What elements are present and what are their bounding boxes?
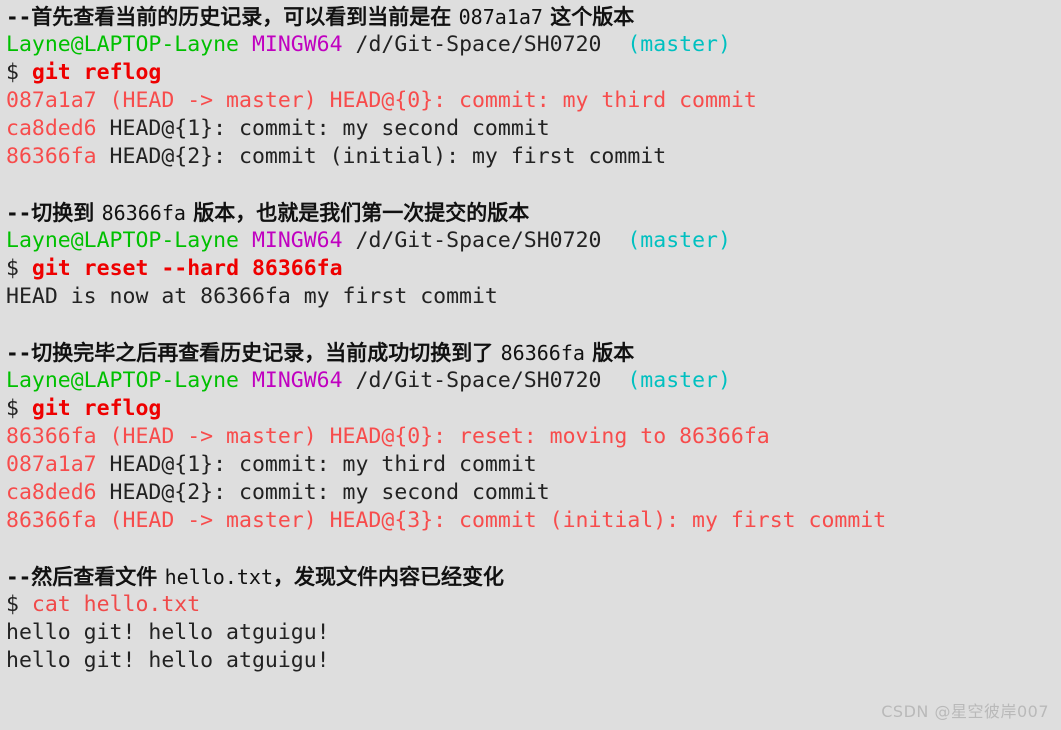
output-commit-hash: ca8ded6 <box>6 480 97 505</box>
prompt-space-2 <box>343 228 356 253</box>
terminal-command-line: $ git reset --hard 86366fa <box>6 255 1061 283</box>
output-commit-hash: ca8ded6 <box>6 116 97 141</box>
prompt-space-3 <box>601 368 627 393</box>
output-text: hello git! hello atguigu! <box>6 648 330 673</box>
terminal-output-line: 86366fa (HEAD -> master) HEAD@{0}: reset… <box>6 423 1061 451</box>
terminal-output-line: 86366fa HEAD@{2}: commit (initial): my f… <box>6 143 1061 171</box>
csdn-watermark: CSDN @星空彼岸007 <box>881 702 1049 721</box>
prompt-space-2 <box>343 368 356 393</box>
terminal-prompt-line: Layne@LAPTOP-Layne MINGW64 /d/Git-Space/… <box>6 227 1061 255</box>
command-text: git reset --hard 86366fa <box>31 256 343 281</box>
terminal-output-line: 86366fa (HEAD -> master) HEAD@{3}: commi… <box>6 507 1061 535</box>
terminal-command-line: $ git reflog <box>6 59 1061 87</box>
comment-inline-code: 86366fa <box>101 201 186 225</box>
prompt-shell-label: MINGW64 <box>251 32 343 57</box>
prompt-user-host: Layne@LAPTOP-Layne <box>6 32 239 57</box>
command-space <box>19 592 32 617</box>
comment-dashes: -- <box>6 565 32 589</box>
command-space <box>19 60 32 85</box>
comment-text-leading: 切换到 <box>31 200 102 225</box>
comment-dashes: -- <box>6 201 32 225</box>
command-text: git reflog <box>31 60 162 85</box>
terminal-prompt-line: Layne@LAPTOP-Layne MINGW64 /d/Git-Space/… <box>6 367 1061 395</box>
prompt-shell-label: MINGW64 <box>251 228 343 253</box>
prompt-user-host: Layne@LAPTOP-Layne <box>6 368 239 393</box>
terminal-comment-line: --切换完毕之后再查看历史记录，当前成功切换到了 86366fa 版本 <box>6 339 1061 367</box>
comment-text-leading: 切换完毕之后再查看历史记录，当前成功切换到了 <box>31 340 501 365</box>
comment-inline-code: 86366fa <box>500 341 585 365</box>
command-sigil: $ <box>6 396 19 421</box>
comment-dashes: -- <box>6 341 32 365</box>
terminal-command-line: $ git reflog <box>6 395 1061 423</box>
prompt-space-1 <box>239 368 252 393</box>
prompt-space-2 <box>343 32 356 57</box>
terminal-comment-line: --然后查看文件 hello.txt，发现文件内容已经变化 <box>6 563 1061 591</box>
prompt-shell-label: MINGW64 <box>251 368 343 393</box>
prompt-space-3 <box>601 228 627 253</box>
command-text: git reflog <box>31 396 162 421</box>
command-sigil: $ <box>6 592 19 617</box>
output-text: HEAD@{2}: commit (initial): my first com… <box>96 144 667 169</box>
output-text: hello git! hello atguigu! <box>6 620 330 645</box>
prompt-user-host: Layne@LAPTOP-Layne <box>6 228 239 253</box>
comment-dashes: -- <box>6 5 32 29</box>
command-text: cat hello.txt <box>31 592 201 617</box>
comment-text-leading: 首先查看当前的历史记录，可以看到当前是在 <box>31 4 459 29</box>
comment-text-trailing: 这个版本 <box>542 4 635 29</box>
output-commit-hash: 86366fa <box>6 144 97 169</box>
terminal-command-line: $ cat hello.txt <box>6 591 1061 619</box>
terminal-output-pane[interactable]: --首先查看当前的历史记录，可以看到当前是在 087a1a7 这个版本 Layne… <box>0 0 1061 730</box>
command-sigil: $ <box>6 256 19 281</box>
prompt-git-branch: (master) <box>627 228 731 253</box>
output-text: HEAD@{1}: commit: my third commit <box>96 452 537 477</box>
terminal-comment-line: --首先查看当前的历史记录，可以看到当前是在 087a1a7 这个版本 <box>6 3 1061 31</box>
terminal-output-line: hello git! hello atguigu! <box>6 647 1061 675</box>
terminal-comment-line: --切换到 86366fa 版本，也就是我们第一次提交的版本 <box>6 199 1061 227</box>
prompt-working-directory: /d/Git-Space/SH0720 <box>355 32 602 57</box>
comment-inline-code: hello.txt <box>164 565 273 589</box>
command-space <box>19 396 32 421</box>
terminal-output-line: hello git! hello atguigu! <box>6 619 1061 647</box>
output-text: HEAD@{1}: commit: my second commit <box>96 116 550 141</box>
output-text: 087a1a7 (HEAD -> master) HEAD@{0}: commi… <box>6 88 757 113</box>
prompt-space-3 <box>601 32 627 57</box>
prompt-space-1 <box>239 32 252 57</box>
terminal-prompt-line: Layne@LAPTOP-Layne MINGW64 /d/Git-Space/… <box>6 31 1061 59</box>
output-text: HEAD@{2}: commit: my second commit <box>96 480 550 505</box>
comment-text-trailing: 版本 <box>584 340 635 365</box>
prompt-space-1 <box>239 228 252 253</box>
prompt-git-branch: (master) <box>627 368 731 393</box>
prompt-working-directory: /d/Git-Space/SH0720 <box>355 228 602 253</box>
terminal-output-line: 087a1a7 HEAD@{1}: commit: my third commi… <box>6 451 1061 479</box>
terminal-output-line: ca8ded6 HEAD@{2}: commit: my second comm… <box>6 479 1061 507</box>
output-text: HEAD is now at 86366fa my first commit <box>6 284 498 309</box>
comment-inline-code: 087a1a7 <box>458 5 543 29</box>
terminal-output-line: 087a1a7 (HEAD -> master) HEAD@{0}: commi… <box>6 87 1061 115</box>
prompt-git-branch: (master) <box>627 32 731 57</box>
comment-text-leading: 然后查看文件 <box>31 564 165 589</box>
output-text: 86366fa (HEAD -> master) HEAD@{0}: reset… <box>6 424 770 449</box>
comment-text-trailing: ，发现文件内容已经变化 <box>272 564 504 589</box>
output-commit-hash: 087a1a7 <box>6 452 97 477</box>
command-sigil: $ <box>6 60 19 85</box>
prompt-working-directory: /d/Git-Space/SH0720 <box>355 368 602 393</box>
terminal-output-line: HEAD is now at 86366fa my first commit <box>6 283 1061 311</box>
comment-text-trailing: 版本，也就是我们第一次提交的版本 <box>185 200 530 225</box>
terminal-output-line: ca8ded6 HEAD@{1}: commit: my second comm… <box>6 115 1061 143</box>
command-space <box>19 256 32 281</box>
output-text: 86366fa (HEAD -> master) HEAD@{3}: commi… <box>6 508 887 533</box>
